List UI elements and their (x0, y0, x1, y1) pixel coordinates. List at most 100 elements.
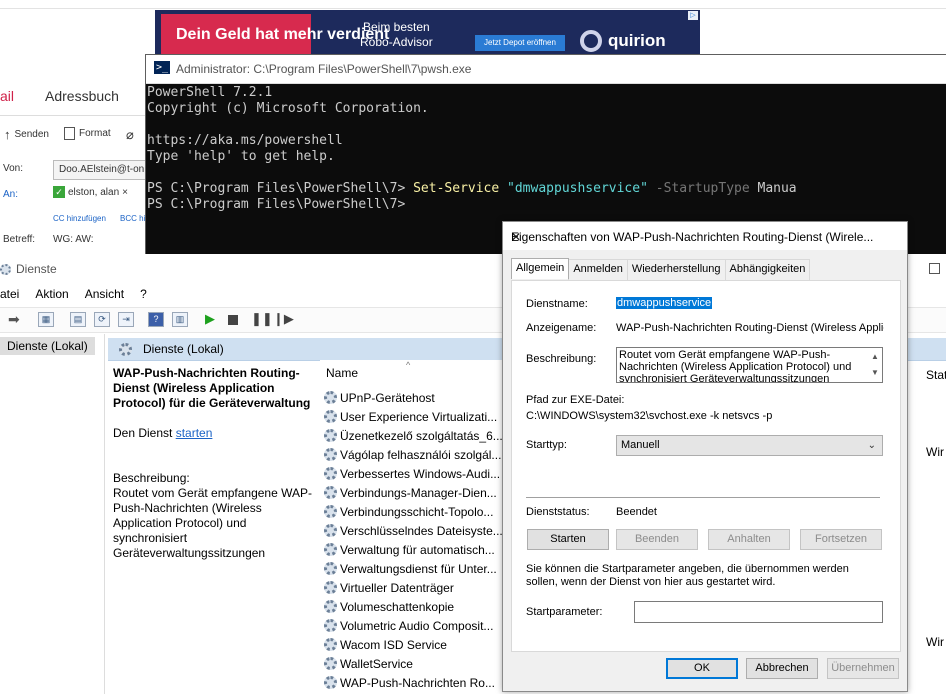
close-icon[interactable]: ✕ (511, 230, 897, 244)
display-name-label: Anzeigename: (526, 322, 597, 334)
status-cell: Wir (926, 635, 944, 649)
table-row[interactable]: Volumetric Audio Composit... (324, 616, 506, 635)
service-gear-icon (324, 562, 337, 575)
tab-general[interactable]: Allgemein (511, 258, 570, 279)
cancel-button[interactable]: Abbrechen (746, 658, 818, 679)
subject-field[interactable]: WG: AW: (53, 234, 94, 245)
refresh-icon[interactable]: ⟳ (94, 312, 110, 327)
stop-icon[interactable] (228, 315, 238, 325)
column-header-status[interactable]: Stat (926, 368, 946, 382)
bcc-link[interactable]: BCC hi (120, 214, 145, 223)
table-row-selected[interactable]: WAP-Push-Nachrichten Ro... (324, 673, 506, 692)
ad-headline: Dein Geld hat mehr verdient (176, 26, 390, 43)
menu-help[interactable]: ? (140, 287, 155, 301)
table-row[interactable]: Verbindungsschicht-Topolo... (324, 502, 506, 521)
pane-title: Dienste (Lokal) (143, 342, 224, 356)
apply-button[interactable]: Übernehmen (827, 658, 899, 679)
command-argument: "dmwappushservice" (507, 181, 648, 196)
services-gear-icon (0, 263, 11, 275)
sort-ascending-icon: ^ (406, 360, 411, 370)
table-row[interactable]: Üzenetkezelő szolgáltatás_6... (324, 426, 506, 445)
tab-recovery[interactable]: Wiederherstellung (626, 259, 726, 280)
table-row[interactable]: Vágólap felhasználói szolgál... (324, 445, 506, 464)
menu-view[interactable]: Ansicht (85, 287, 132, 301)
export-icon[interactable]: ⇥ (118, 312, 134, 327)
table-row[interactable]: Virtueller Datenträger (324, 578, 506, 597)
separator (526, 497, 880, 498)
service-gear-icon (324, 448, 337, 461)
show-tree-icon[interactable]: ▦ (38, 312, 54, 327)
service-detail-heading: WAP-Push-Nachrichten Routing-Dienst (Wir… (113, 366, 311, 410)
table-row[interactable]: User Experience Virtualizati... (324, 407, 506, 426)
parameter-value: Manua (757, 181, 797, 196)
service-name-label: Dienstname: (526, 298, 588, 310)
ad-cta-button[interactable]: Jetzt Depot eröffnen (475, 35, 565, 51)
service-gear-icon (324, 619, 337, 632)
service-name-value[interactable]: dmwappushservice (616, 297, 713, 309)
start-parameters-input[interactable] (634, 601, 883, 623)
recipient-chip[interactable]: ✓ elston, alan × (53, 186, 128, 198)
attach-button[interactable]: ⌀ (126, 127, 134, 143)
service-properties-dialog: Eigenschaften von WAP-Push-Nachrichten R… (502, 221, 908, 692)
services-gear-icon (119, 343, 132, 356)
menu-file[interactable]: atei (0, 287, 27, 301)
table-row[interactable]: Verbindungs-Manager-Dien... (324, 483, 506, 502)
dialog-titlebar[interactable]: Eigenschaften von WAP-Push-Nachrichten R… (503, 222, 907, 250)
cc-link[interactable]: CC hinzufügen (53, 214, 106, 223)
start-button[interactable]: Starten (527, 529, 609, 550)
help-icon[interactable]: ? (148, 312, 164, 327)
menu-action[interactable]: Aktion (35, 287, 76, 301)
play-icon[interactable]: ▶ (205, 311, 215, 327)
status-cell: Wir (926, 445, 944, 459)
tab-dependencies[interactable]: Abhängigkeiten (724, 259, 811, 280)
to-label[interactable]: An: (3, 189, 18, 200)
tab-logon[interactable]: Anmelden (568, 259, 628, 280)
tab-address-book[interactable]: Adressbuch (45, 88, 119, 104)
column-header-name[interactable]: Name (326, 366, 358, 380)
pause-button[interactable]: Anhalten (708, 529, 790, 550)
scroll-arrows-icon[interactable]: ▲ ▼ (869, 349, 881, 381)
console-icon[interactable]: ▥ (172, 312, 188, 327)
startup-type-select[interactable]: Manuell ⌄ (616, 435, 883, 456)
maximize-icon[interactable] (929, 263, 940, 274)
format-button[interactable]: Format (64, 127, 111, 140)
ad-banner[interactable]: Dein Geld hat mehr verdient Beim besten … (155, 10, 700, 54)
powershell-titlebar[interactable]: >_ Administrator: C:\Program Files\Power… (146, 55, 946, 84)
powershell-icon: >_ (154, 61, 170, 74)
table-row[interactable]: Verwaltungsdienst für Unter... (324, 559, 506, 578)
table-row[interactable]: Volumeschattenkopie (324, 597, 506, 616)
forward-icon[interactable]: ➡ (8, 311, 20, 328)
table-row[interactable]: Wacom ISD Service (324, 635, 506, 654)
service-gear-icon (324, 524, 337, 537)
from-field[interactable]: Doo.AElstein@t-on (53, 160, 155, 180)
paperclip-icon: ⌀ (126, 127, 134, 142)
table-row[interactable]: Verschlüsselndes Dateisyste... (324, 521, 506, 540)
resume-button[interactable]: Fortsetzen (800, 529, 882, 550)
tab-mail[interactable]: ail (0, 88, 14, 104)
description-textbox[interactable]: Routet vom Gerät empfangene WAP-Push-Nac… (616, 347, 883, 383)
stop-button[interactable]: Beenden (616, 529, 698, 550)
restart-icon[interactable]: ❙▶ (273, 311, 294, 327)
table-row[interactable]: Verbessertes Windows-Audi... (324, 464, 506, 483)
command-name: Set-Service (413, 181, 500, 196)
display-name-value[interactable]: WAP-Push-Nachrichten Routing-Dienst (Wir… (616, 322, 884, 334)
table-row[interactable]: WalletService (324, 654, 506, 673)
window-title: Administrator: C:\Program Files\PowerShe… (176, 62, 472, 76)
send-button[interactable]: ↑ Senden (4, 127, 49, 142)
dialog-tabs: Allgemein Anmelden Wiederherstellung Abh… (511, 258, 811, 280)
remove-recipient-icon[interactable]: × (122, 187, 128, 198)
console-output[interactable]: PowerShell 7.2.1 Copyright (c) Microsoft… (147, 85, 797, 213)
table-row[interactable]: Verwaltung für automatisch... (324, 540, 506, 559)
ad-subline: Beim besten Robo-Advisor (360, 20, 433, 49)
pause-icon[interactable]: ❚❚ (251, 311, 273, 327)
adchoices-icon[interactable]: ▷ (688, 11, 698, 20)
tree-item-services-local[interactable]: Dienste (Lokal) (0, 337, 95, 355)
ad-headline-box: Dein Geld hat mehr verdient (161, 14, 389, 54)
description-label: Beschreibung: (526, 353, 597, 365)
service-gear-icon (324, 657, 337, 670)
table-row[interactable]: UPnP-Gerätehost (324, 388, 506, 407)
start-service-link[interactable]: starten (176, 426, 213, 440)
ok-button[interactable]: OK (666, 658, 738, 679)
properties-icon[interactable]: ▤ (70, 312, 86, 327)
ring-icon (580, 30, 602, 52)
